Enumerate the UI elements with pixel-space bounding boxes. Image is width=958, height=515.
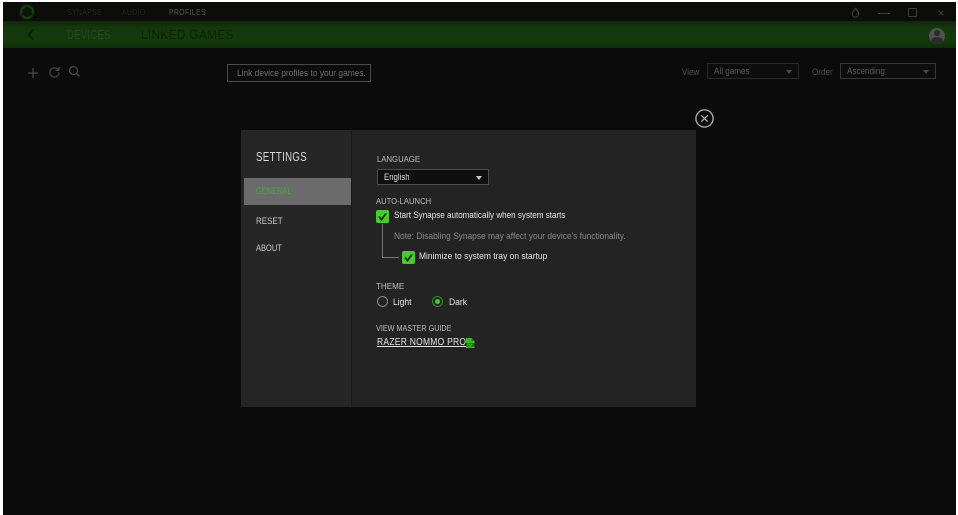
svg-text:PDF: PDF xyxy=(467,342,473,346)
